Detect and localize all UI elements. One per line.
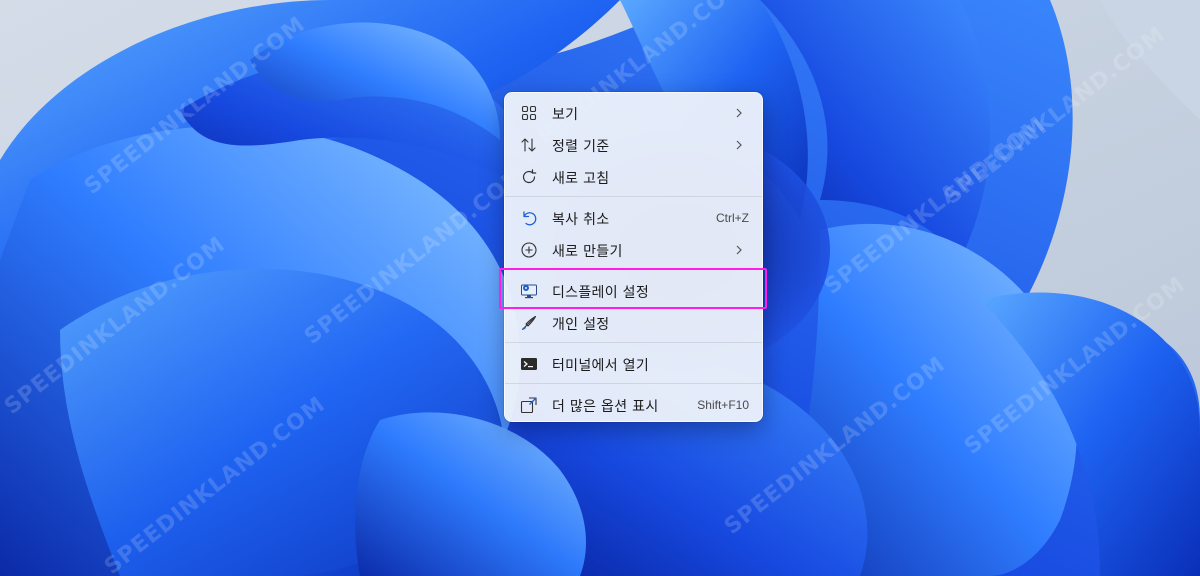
- menu-item-label: 보기: [552, 107, 579, 123]
- refresh-icon: [520, 168, 538, 186]
- menu-item-label: 복사 취소: [552, 212, 610, 228]
- menu-item-personalize[interactable]: 개인 설정: [509, 307, 759, 339]
- menu-item-label: 정렬 기준: [552, 139, 610, 155]
- menu-item-label: 새로 고침: [552, 171, 610, 187]
- menu-item-new[interactable]: 새로 만들기: [509, 234, 759, 266]
- menu-item-sort[interactable]: 정렬 기준: [509, 129, 759, 161]
- menu-item-label: 새로 만들기: [552, 244, 623, 260]
- brush-icon: [520, 314, 538, 332]
- menu-separator: [505, 196, 762, 197]
- menu-item-label: 디스플레이 설정: [552, 285, 650, 301]
- menu-item-label: 개인 설정: [552, 317, 610, 333]
- display-settings-icon: [520, 282, 538, 300]
- undo-icon: [520, 209, 538, 227]
- shortcut-hint: Ctrl+Z: [716, 211, 749, 225]
- menu-item-view[interactable]: 보기: [509, 97, 759, 129]
- menu-item-label: 더 많은 옵션 표시: [552, 399, 659, 415]
- menu-item-open-terminal[interactable]: 터미널에서 열기: [509, 348, 759, 380]
- menu-item-label: 터미널에서 열기: [552, 358, 650, 374]
- chevron-right-icon: [736, 245, 742, 255]
- chevron-right-icon: [736, 108, 742, 118]
- terminal-icon: [520, 355, 538, 373]
- plus-circle-icon: [520, 241, 538, 259]
- more-options-icon: [520, 396, 538, 414]
- menu-item-refresh[interactable]: 새로 고침: [509, 161, 759, 193]
- chevron-right-icon: [736, 140, 742, 150]
- menu-separator: [505, 342, 762, 343]
- grid-icon: [520, 104, 538, 122]
- menu-item-more-options[interactable]: 더 많은 옵션 표시 Shift+F10: [509, 389, 759, 421]
- desktop-context-menu: 보기 정렬 기준 새로 고침 복사 취소 Ctrl+Z 새로 만들기 디스플레이…: [504, 92, 763, 422]
- menu-item-undo[interactable]: 복사 취소 Ctrl+Z: [509, 202, 759, 234]
- menu-separator: [505, 383, 762, 384]
- menu-separator: [505, 269, 762, 270]
- shortcut-hint: Shift+F10: [697, 398, 749, 412]
- sort-icon: [520, 136, 538, 154]
- menu-item-display-settings[interactable]: 디스플레이 설정: [509, 275, 759, 307]
